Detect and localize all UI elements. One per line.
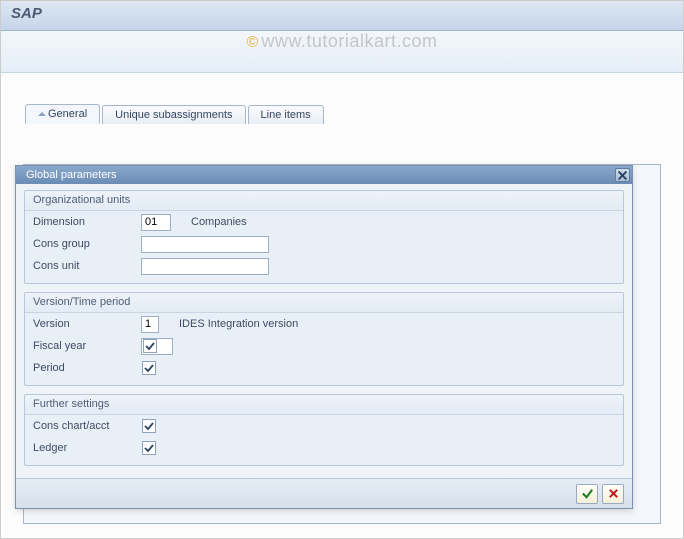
check-icon — [144, 443, 154, 453]
period-checkbox[interactable] — [142, 361, 156, 375]
group-title: Version/Time period — [25, 293, 623, 313]
tab-indicator-icon — [38, 112, 46, 116]
tab-label: General — [48, 108, 87, 120]
dimension-input[interactable] — [141, 214, 171, 231]
dimension-description: Companies — [191, 216, 247, 228]
global-parameters-dialog: Global parameters Organizational units D… — [15, 165, 633, 509]
content-area: General Unique subassignments Line items — [1, 73, 683, 123]
row-version: Version IDES Integration version — [25, 313, 623, 335]
check-icon — [144, 421, 154, 431]
row-dimension: Dimension Companies — [25, 211, 623, 233]
field-label: Cons chart/acct — [33, 420, 141, 432]
app-header: SAP — [1, 1, 683, 31]
check-icon — [144, 363, 154, 373]
field-label: Cons group — [33, 238, 141, 250]
group-title: Organizational units — [25, 191, 623, 211]
row-ledger: Ledger — [25, 437, 623, 459]
group-further-settings: Further settings Cons chart/acct Ledger — [24, 394, 624, 466]
version-input[interactable] — [141, 316, 159, 333]
field-label: Dimension — [33, 216, 141, 228]
ledger-checkbox[interactable] — [142, 441, 156, 455]
cancel-icon — [607, 487, 620, 500]
app-title: SAP — [11, 5, 42, 22]
tab-label: Unique subassignments — [115, 109, 232, 121]
field-label: Period — [33, 362, 141, 374]
field-label: Ledger — [33, 442, 141, 454]
check-icon — [581, 487, 594, 500]
close-button[interactable] — [615, 168, 630, 182]
cons-unit-input[interactable] — [141, 258, 269, 275]
tab-line-items[interactable]: Line items — [248, 105, 324, 124]
close-icon — [616, 169, 629, 182]
cancel-button[interactable] — [602, 484, 624, 504]
group-title: Further settings — [25, 395, 623, 415]
fiscal-year-checkbox[interactable] — [143, 339, 157, 353]
field-label: Version — [33, 318, 141, 330]
ok-button[interactable] — [576, 484, 598, 504]
cons-group-input[interactable] — [141, 236, 269, 253]
field-label: Fiscal year — [33, 340, 141, 352]
dialog-titlebar: Global parameters — [16, 166, 632, 184]
tab-unique-subassignments[interactable]: Unique subassignments — [102, 105, 245, 124]
group-organizational-units: Organizational units Dimension Companies… — [24, 190, 624, 284]
tab-general[interactable]: General — [25, 104, 100, 124]
dialog-footer — [16, 478, 632, 508]
check-icon — [145, 341, 155, 351]
row-fiscal-year: Fiscal year — [25, 335, 623, 357]
row-cons-unit: Cons unit — [25, 255, 623, 277]
row-period: Period — [25, 357, 623, 379]
app-toolbar — [1, 31, 683, 73]
dialog-body: Organizational units Dimension Companies… — [16, 184, 632, 478]
dialog-title: Global parameters — [26, 169, 117, 181]
version-description: IDES Integration version — [179, 318, 298, 330]
row-cons-group: Cons group — [25, 233, 623, 255]
cons-chart-checkbox[interactable] — [142, 419, 156, 433]
tab-strip: General Unique subassignments Line items — [25, 101, 683, 123]
tab-label: Line items — [261, 109, 311, 121]
group-version-time-period: Version/Time period Version IDES Integra… — [24, 292, 624, 386]
row-cons-chart-acct: Cons chart/acct — [25, 415, 623, 437]
field-label: Cons unit — [33, 260, 141, 272]
